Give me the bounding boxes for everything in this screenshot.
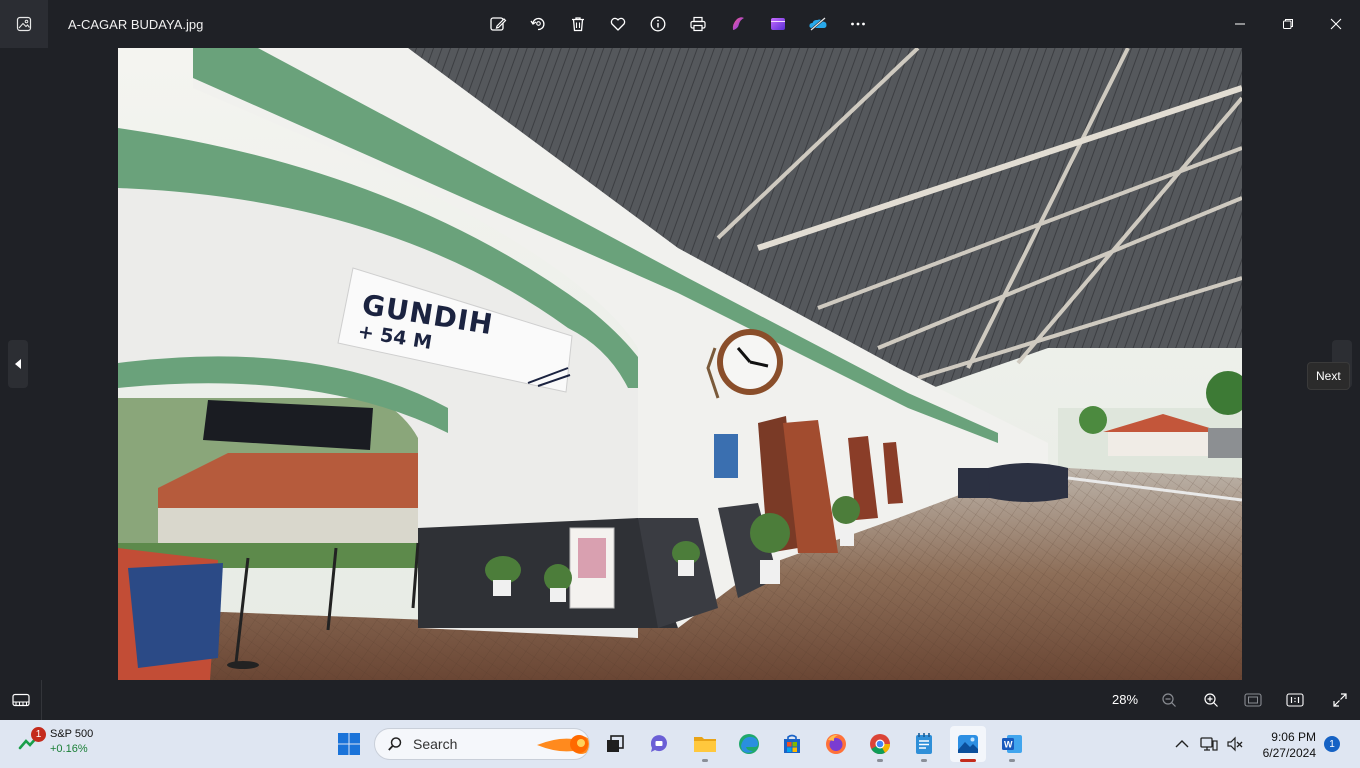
notepad-button[interactable]: [906, 726, 942, 762]
clock-time: 9:06 PM: [1271, 730, 1316, 744]
widget-badge: 1: [31, 727, 46, 742]
windows-logo-icon: [338, 733, 360, 755]
search-icon: [388, 737, 402, 751]
start-button[interactable]: [335, 729, 363, 759]
chrome-indicator: [877, 759, 883, 762]
full-screen-button[interactable]: [1322, 682, 1358, 718]
photos-app-icon[interactable]: [0, 0, 48, 48]
station-photo: [118, 48, 1242, 680]
firefox-button[interactable]: [818, 726, 854, 762]
close-button[interactable]: [1312, 0, 1360, 48]
system-clock[interactable]: 9:06 PM 6/27/2024: [1250, 729, 1316, 761]
volume-button[interactable]: [1224, 728, 1246, 760]
firefox-icon: [826, 734, 846, 754]
zoom-out-icon: [1162, 693, 1176, 707]
show-hidden-icons-button[interactable]: [1170, 728, 1194, 760]
word-indicator: [1009, 759, 1015, 762]
file-explorer-icon: [694, 737, 716, 752]
task-view-button[interactable]: [597, 726, 633, 762]
filmstrip-icon: [11, 693, 30, 707]
zoom-out-button[interactable]: [1151, 682, 1187, 718]
expand-icon: [1333, 693, 1347, 707]
favorite-icon[interactable]: [598, 4, 638, 44]
stock-name: S&P 500: [50, 728, 94, 740]
task-view-icon: [607, 735, 624, 752]
more-icon[interactable]: [838, 4, 878, 44]
microsoft-store-icon: [784, 734, 800, 753]
chrome-button[interactable]: [862, 726, 898, 762]
notepad-indicator: [921, 759, 927, 762]
photos-button[interactable]: [950, 726, 986, 762]
filmstrip-button[interactable]: [0, 680, 42, 720]
actual-size-icon: [1286, 693, 1304, 707]
microsoft-store-button[interactable]: [774, 726, 810, 762]
svg-text:W: W: [1004, 740, 1013, 750]
stock-widget[interactable]: S&P 500 +0.16%: [18, 727, 93, 757]
file-explorer-indicator: [702, 759, 708, 762]
notification-badge[interactable]: 1: [1324, 736, 1340, 752]
teams-chat-icon: [650, 735, 667, 752]
zoom-level[interactable]: 28%: [1112, 692, 1138, 707]
photo-viewport[interactable]: GUNDIH + 54 M: [118, 48, 1242, 680]
word-icon: W: [1002, 735, 1022, 753]
taskbar: [0, 720, 1360, 768]
taskbar-search[interactable]: Search: [374, 728, 590, 760]
network-button[interactable]: [1198, 728, 1220, 760]
image-toolbar: [478, 4, 878, 44]
clipchamp-icon[interactable]: [718, 4, 758, 44]
info-icon[interactable]: [638, 4, 678, 44]
edge-button[interactable]: [731, 726, 767, 762]
window-controls: [1216, 0, 1360, 48]
actual-size-button[interactable]: [1277, 682, 1313, 718]
print-icon[interactable]: [678, 4, 718, 44]
edit-image-icon[interactable]: [478, 4, 518, 44]
edge-icon: [739, 734, 759, 754]
video-editor-icon[interactable]: [758, 4, 798, 44]
word-button[interactable]: W: [994, 726, 1030, 762]
clock-date: 6/27/2024: [1262, 746, 1316, 760]
search-placeholder: Search: [413, 736, 458, 752]
onedrive-icon[interactable]: [798, 4, 838, 44]
chevron-up-icon: [1175, 740, 1189, 748]
notepad-icon: [916, 733, 932, 754]
file-name: A-CAGAR BUDAYA.jpg: [68, 16, 204, 32]
photos-app-window: A-CAGAR BUDAYA.jpg GUNDIH + 54 M Next 28…: [0, 0, 1360, 720]
previous-button[interactable]: [8, 340, 28, 388]
rotate-icon[interactable]: [518, 4, 558, 44]
stock-change: +0.16%: [50, 743, 88, 755]
zoom-in-button[interactable]: [1193, 682, 1229, 718]
photos-indicator: [960, 759, 976, 762]
next-tooltip: Next: [1307, 362, 1350, 390]
photos-icon: [958, 735, 978, 753]
chrome-icon: [870, 734, 891, 755]
fit-to-window-button[interactable]: [1235, 682, 1271, 718]
restore-button[interactable]: [1264, 0, 1312, 48]
teams-chat-button[interactable]: [641, 726, 677, 762]
fit-window-icon: [1244, 693, 1262, 707]
file-explorer-button[interactable]: [687, 726, 723, 762]
volume-muted-icon: [1227, 736, 1243, 752]
minimize-button[interactable]: [1216, 0, 1264, 48]
chevron-left-icon: [15, 359, 21, 369]
zoom-in-icon: [1204, 693, 1218, 707]
delete-icon[interactable]: [558, 4, 598, 44]
network-icon: [1200, 737, 1218, 751]
search-highlight-icon: [537, 735, 589, 754]
